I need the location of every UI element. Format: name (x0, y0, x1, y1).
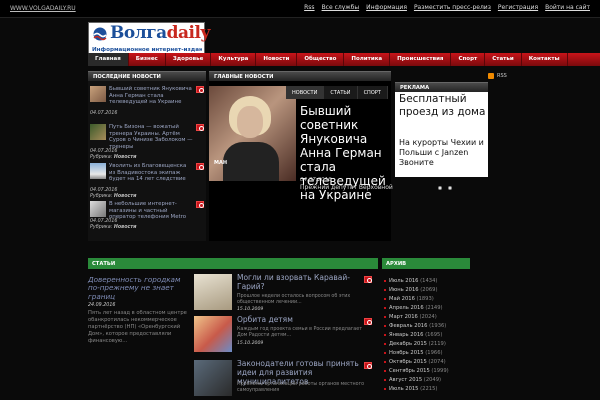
archive-item[interactable]: Сентябрь 2015 (1999) (384, 368, 449, 374)
article-date: 15.10.2009 (237, 341, 264, 346)
archive-item[interactable]: Март 2016 (2024) (384, 314, 437, 320)
archive-item[interactable]: Декабрь 2015 (2119) (384, 341, 446, 347)
news-title[interactable]: Уволить из Благовещенска из Владивостока… (109, 163, 193, 189)
news-title[interactable]: Бывший советник Януковича Анна Герман ст… (109, 86, 193, 112)
top-link-info[interactable]: Информация (366, 4, 407, 11)
archive-item[interactable]: Февраль 2016 (1936) (384, 323, 446, 329)
list-item[interactable]: Уволить из Благовещенска из Владивостока… (88, 161, 206, 202)
news-thumbnail (90, 163, 106, 179)
article-summary: Прошлое недели осталось вопросом об этих… (237, 294, 351, 306)
nav-item-sport[interactable]: Спорт (451, 53, 486, 66)
list-item[interactable]: Орбита детям Каждым год проекта семьи в … (194, 315, 378, 356)
rss-link[interactable]: RSS (488, 73, 507, 79)
list-item[interactable]: Могли ли взорвать Каравай-Гарий? Прошлое… (194, 273, 378, 314)
rubric-icon (364, 276, 372, 283)
top-link-register[interactable]: Регистрация (498, 4, 538, 11)
archive-item[interactable]: Май 2016 (1893) (384, 296, 434, 302)
news-title[interactable]: Путь Бизона — вожатый тренера Украины. А… (109, 124, 193, 150)
tab-sport[interactable]: СПОРТ (357, 86, 388, 99)
volga-wave-icon (93, 27, 107, 41)
archive-item[interactable]: Июнь 2016 (2069) (384, 287, 437, 293)
nav-item-society[interactable]: Общество (297, 53, 345, 66)
top-link-rss[interactable]: Rss (304, 4, 314, 11)
news-rubric: Рубрика: Новости (90, 225, 137, 230)
nav-item-business[interactable]: Бизнес (129, 53, 166, 66)
list-item[interactable]: В небольшие интернет-магазины и частный … (88, 199, 206, 240)
top-links: Rss Все службы Информация Разместить пре… (304, 4, 590, 11)
news-thumbnail (90, 86, 106, 102)
nav-item-health[interactable]: Здоровье (166, 53, 212, 66)
news-date: 04.07.2016 (90, 188, 118, 193)
article-thumbnail (194, 360, 232, 396)
archive-item[interactable]: Апрель 2016 (2149) (384, 305, 443, 311)
featured-article-body: Пять лет назад в областном центре обанкр… (88, 310, 187, 345)
article-thumbnail (194, 274, 232, 310)
article-summary: Проблемы организации работы органов мест… (237, 382, 365, 394)
nav-item-culture[interactable]: Культура (211, 53, 257, 66)
archive-item[interactable]: Октябрь 2015 (2074) (384, 359, 446, 365)
ad-body[interactable]: На курорты Чехии и Польши с Janzen Звони… (399, 138, 489, 168)
featured-article-title[interactable]: Доверенность городкам по-прежнему не зна… (88, 275, 192, 301)
news-thumbnail (90, 201, 106, 217)
ad-title[interactable]: Бесплатный проезд из дома (399, 93, 489, 118)
tab-news[interactable]: НОВОСТИ (286, 86, 325, 99)
nav-item-politics[interactable]: Политика (344, 53, 391, 66)
top-link-press-release[interactable]: Разместить пресс-релиз (414, 4, 491, 11)
ad-pager-dot[interactable] (438, 186, 442, 190)
archive-item[interactable]: Август 2015 (2049) (384, 377, 441, 383)
rubric-icon (364, 362, 372, 369)
news-thumbnail (90, 124, 106, 140)
nav-item-home[interactable]: Главная (88, 53, 129, 66)
ad-header: РЕКЛАМА (395, 82, 488, 92)
archive-item[interactable]: Июль 2015 (2215) (384, 386, 437, 392)
rubric-icon (196, 201, 204, 208)
news-title[interactable]: В небольшие интернет-магазины и частный … (109, 201, 193, 227)
nav-item-incidents[interactable]: Происшествия (390, 53, 452, 66)
list-item[interactable]: Законодатели готовы принять идеи для раз… (194, 359, 378, 400)
archive-item[interactable]: Ноябрь 2015 (1966) (384, 350, 443, 356)
article-title[interactable]: Орбита детям (237, 315, 365, 325)
rubric-icon (196, 163, 204, 170)
rubric-icon (196, 86, 204, 93)
main-news-date: 04.07.2016 (300, 177, 332, 183)
logo-wordmark: Волгаdaily (110, 23, 210, 43)
rubric-icon (364, 318, 372, 325)
archive-item[interactable]: Июль 2016 (1434) (384, 278, 437, 284)
nav-item-articles[interactable]: Статьи (485, 53, 522, 66)
nav-item-news[interactable]: Новости (256, 53, 298, 66)
site-url-link[interactable]: WWW.VOLGADAILY.RU (10, 5, 76, 12)
photo-caption-tag: МАН (214, 160, 228, 166)
news-date: 04.07.2016 (90, 111, 118, 116)
main-news-summary: Прежний депутат Верховной (300, 184, 393, 191)
top-link-login[interactable]: Войти на сайт (545, 4, 590, 11)
archive-header: АРХИВ (382, 258, 470, 269)
tab-articles[interactable]: СТАТЬИ (324, 86, 358, 99)
news-date: 04.07.2016 (90, 219, 118, 224)
list-item[interactable]: Путь Бизона — вожатый тренера Украины. А… (88, 122, 206, 163)
ad-pager (438, 186, 452, 190)
nav-item-contacts[interactable]: Контакты (522, 53, 568, 66)
article-date: 15.10.2009 (237, 307, 264, 312)
main-nav: Главная Бизнес Здоровье Культура Новости… (88, 53, 600, 66)
featured-article-date: 24.09.2016 (88, 303, 116, 309)
main-news-photo[interactable]: МАН (209, 86, 296, 181)
top-link-services[interactable]: Все службы (322, 4, 360, 11)
archive-item[interactable]: Январь 2016 (1695) (384, 332, 442, 338)
ad-pager-dot[interactable] (448, 186, 452, 190)
article-thumbnail (194, 316, 232, 352)
article-title[interactable]: Могли ли взорвать Каравай-Гарий? (237, 273, 365, 292)
main-news-tabs: НОВОСТИ СТАТЬИ СПОРТ (286, 86, 388, 99)
rubric-icon (196, 124, 204, 131)
list-item[interactable]: Бывший советник Януковича Анна Герман ст… (88, 84, 206, 125)
news-rubric: Рубрика: Новости (90, 155, 137, 160)
rss-icon (488, 73, 494, 79)
articles-header: СТАТЬИ (88, 258, 378, 269)
latest-news-panel: ПОСЛЕДНИЕ НОВОСТИ Бывший советник Януков… (88, 71, 206, 241)
news-date: 04.07.2016 (90, 149, 118, 154)
main-news-header: ГЛАВНЫЕ НОВОСТИ (209, 71, 391, 81)
featured-article[interactable]: Доверенность городкам по-прежнему не зна… (88, 275, 192, 345)
latest-news-header: ПОСЛЕДНИЕ НОВОСТИ (88, 71, 206, 81)
article-summary: Каждым год проекта семьи в России предла… (237, 327, 362, 339)
